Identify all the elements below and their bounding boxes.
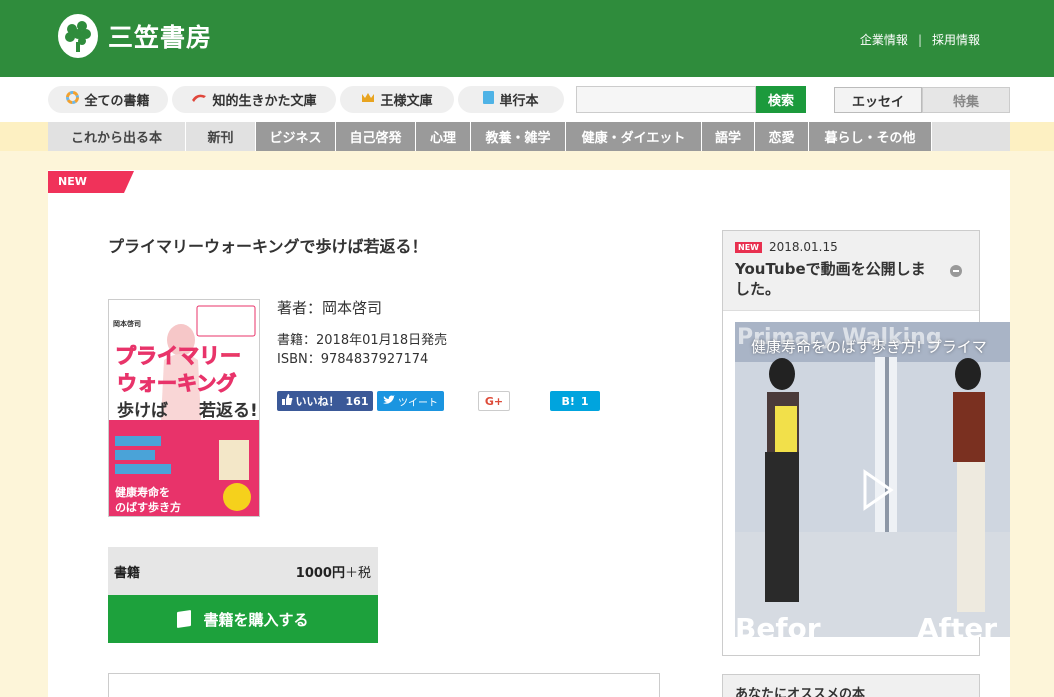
red-swoosh-icon — [191, 92, 207, 108]
book-title: プライマリーウォーキングで歩けば若返る！ — [108, 237, 428, 256]
cover-headline-4: 若返る! — [198, 400, 258, 421]
tab-special[interactable]: 特集 — [922, 87, 1010, 113]
category-label: 全ての書籍 — [84, 94, 150, 109]
cover-author: 岡本啓司 — [113, 319, 141, 328]
price-box: 書籍 1000円＋税 — [108, 547, 378, 595]
crown-icon — [361, 92, 375, 107]
cover-headline-3: 歩けば — [117, 400, 168, 421]
search-button[interactable]: 検索 — [756, 86, 806, 113]
category-label: 知的生きかた文庫 — [212, 94, 317, 109]
genre-business[interactable]: ビジネス — [256, 122, 336, 151]
hatena-count: 1 — [580, 394, 589, 408]
recommend-section: あなたにオススメの本 — [722, 674, 980, 697]
facebook-like-button[interactable]: いいね！ 161 — [277, 391, 373, 411]
like-label: いいね！ — [295, 395, 340, 408]
cover-headline-2: ウォーキング — [117, 371, 236, 395]
book-icon — [177, 610, 192, 628]
category-ousama-bunko[interactable]: 王様文庫 — [340, 86, 454, 113]
category-nav: 全ての書籍 知的生きかた文庫 王様文庫 単行本 検索 エッセイ 特集 — [0, 77, 1054, 122]
genre-culture-trivia[interactable]: 教養・雑学 — [471, 122, 566, 151]
site-logo[interactable]: 三笠書房 — [58, 14, 212, 58]
thumbs-up-icon — [281, 394, 293, 408]
lower-content-box — [108, 673, 660, 697]
recommend-title: あなたにオススメの本 — [735, 687, 866, 697]
video-overlay-right: After — [917, 612, 997, 637]
tweet-label: ツイート — [398, 397, 438, 409]
category-label: 単行本 — [499, 94, 539, 109]
release-date: 書籍：2018年01月18日発売 — [277, 333, 448, 348]
rainbow-circle-icon — [66, 91, 80, 108]
buy-book-button[interactable]: 書籍を購入する — [108, 595, 378, 643]
video-overlay-left: Befor — [735, 612, 821, 637]
news-title: YouTubeで動画を公開しました。 — [735, 260, 926, 298]
price-value: 1000円＋税 — [296, 562, 371, 581]
book-icon — [483, 91, 495, 108]
cover-tagline-2: のばす歩き方 — [115, 500, 181, 514]
price-format-label: 書籍 — [114, 565, 141, 581]
category-all-books[interactable]: 全ての書籍 — [48, 86, 168, 113]
video-title: 健康寿命をのばす歩き方! プライマ — [751, 338, 987, 356]
news-date: 2018.01.15 — [769, 240, 838, 254]
divider: | — [917, 32, 922, 47]
logo-tree-icon — [58, 14, 98, 58]
genre-health-diet[interactable]: 健康・ダイエット — [566, 122, 702, 151]
genre-new-releases[interactable]: 新刊 — [186, 122, 256, 151]
book-author: 著者：岡本啓司 — [277, 299, 383, 317]
tweet-button[interactable]: ツイート — [377, 391, 444, 411]
genre-romance[interactable]: 恋愛 — [755, 122, 809, 151]
google-plus-button[interactable]: G+ — [478, 391, 510, 411]
book-cover-image[interactable]: 岡本啓司 プライマリー ウォーキング 歩けば 若返る! 健康寿命を のばす歩き方 — [108, 299, 260, 517]
news-new-badge: NEW — [735, 242, 762, 253]
new-badge-label: NEW — [58, 175, 87, 188]
genre-blank — [932, 122, 1010, 151]
news-header[interactable]: NEW 2018.01.15 YouTubeで動画を公開しました。 — [723, 231, 979, 311]
twitter-bird-icon — [383, 394, 395, 408]
recruit-info-link[interactable]: 採用情報 — [932, 31, 980, 48]
genre-self-help[interactable]: 自己啓発 — [336, 122, 416, 151]
cover-tagline-1: 健康寿命を — [115, 485, 170, 499]
tab-essay[interactable]: エッセイ — [834, 87, 922, 113]
category-chiteki-bunko[interactable]: 知的生きかた文庫 — [172, 86, 336, 113]
genre-living-other[interactable]: 暮らし・その他 — [809, 122, 932, 151]
logo-text: 三笠書房 — [108, 23, 213, 52]
youtube-video-player[interactable]: Primary Walking Befor After 健康寿命をのばす歩き方!… — [735, 322, 1010, 637]
isbn: ISBN：9784837927174 — [277, 352, 429, 367]
genre-nav: これから出る本 新刊 ビジネス 自己啓発 心理 教養・雑学 健康・ダイエット 語… — [0, 122, 1054, 151]
like-count: 161 — [345, 394, 369, 408]
hatena-label: B! — [561, 394, 575, 408]
buy-label: 書籍を購入する — [203, 610, 309, 629]
corporate-info-link[interactable]: 企業情報 — [860, 31, 908, 48]
collapse-icon[interactable] — [950, 265, 962, 277]
price-tax: ＋税 — [344, 565, 371, 581]
category-tankoubon[interactable]: 単行本 — [458, 86, 564, 113]
genre-psychology[interactable]: 心理 — [416, 122, 471, 151]
book-meta: 書籍：2018年01月18日発売 ISBN：9784837927174 — [277, 331, 447, 369]
hatena-bookmark-button[interactable]: B! 1 — [550, 391, 600, 411]
cover-headline-1: プライマリー — [115, 344, 241, 368]
header-links: 企業情報 | 採用情報 — [860, 31, 980, 48]
genre-languages[interactable]: 語学 — [702, 122, 755, 151]
price-amount: 1000円 — [295, 565, 345, 581]
site-header: 三笠書房 企業情報 | 採用情報 — [0, 0, 1054, 77]
genre-upcoming[interactable]: これから出る本 — [48, 122, 186, 151]
search-input[interactable] — [576, 86, 756, 113]
category-label: 王様文庫 — [380, 94, 433, 109]
